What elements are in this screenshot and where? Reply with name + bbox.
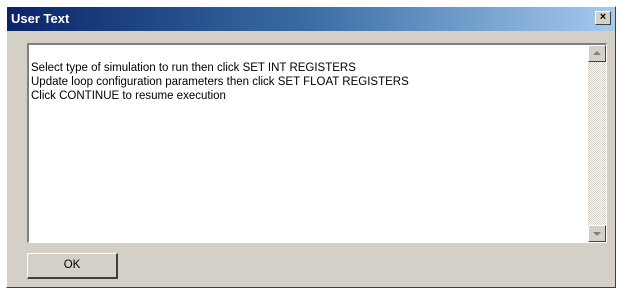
title-bar[interactable]: User Text × xyxy=(7,7,615,31)
close-icon: × xyxy=(599,11,607,23)
scroll-up-button[interactable] xyxy=(588,45,606,62)
message-line-1: Select type of simulation to run then cl… xyxy=(31,62,356,74)
ok-button[interactable]: OK xyxy=(27,253,118,279)
message-line-3: Click CONTINUE to resume execution xyxy=(31,90,226,102)
message-line-2: Update loop configuration parameters the… xyxy=(31,76,409,88)
scroll-down-button[interactable] xyxy=(588,225,606,242)
close-button[interactable]: × xyxy=(595,11,611,25)
vertical-scrollbar[interactable] xyxy=(588,45,606,242)
message-text: Select type of simulation to run then cl… xyxy=(31,61,587,103)
scroll-up-arrow-icon xyxy=(593,51,601,55)
window-title: User Text xyxy=(11,11,70,26)
message-textarea[interactable]: Select type of simulation to run then cl… xyxy=(27,43,607,243)
scroll-down-arrow-icon xyxy=(593,232,601,236)
user-text-dialog: User Text × Select type of simulation to… xyxy=(6,6,616,288)
